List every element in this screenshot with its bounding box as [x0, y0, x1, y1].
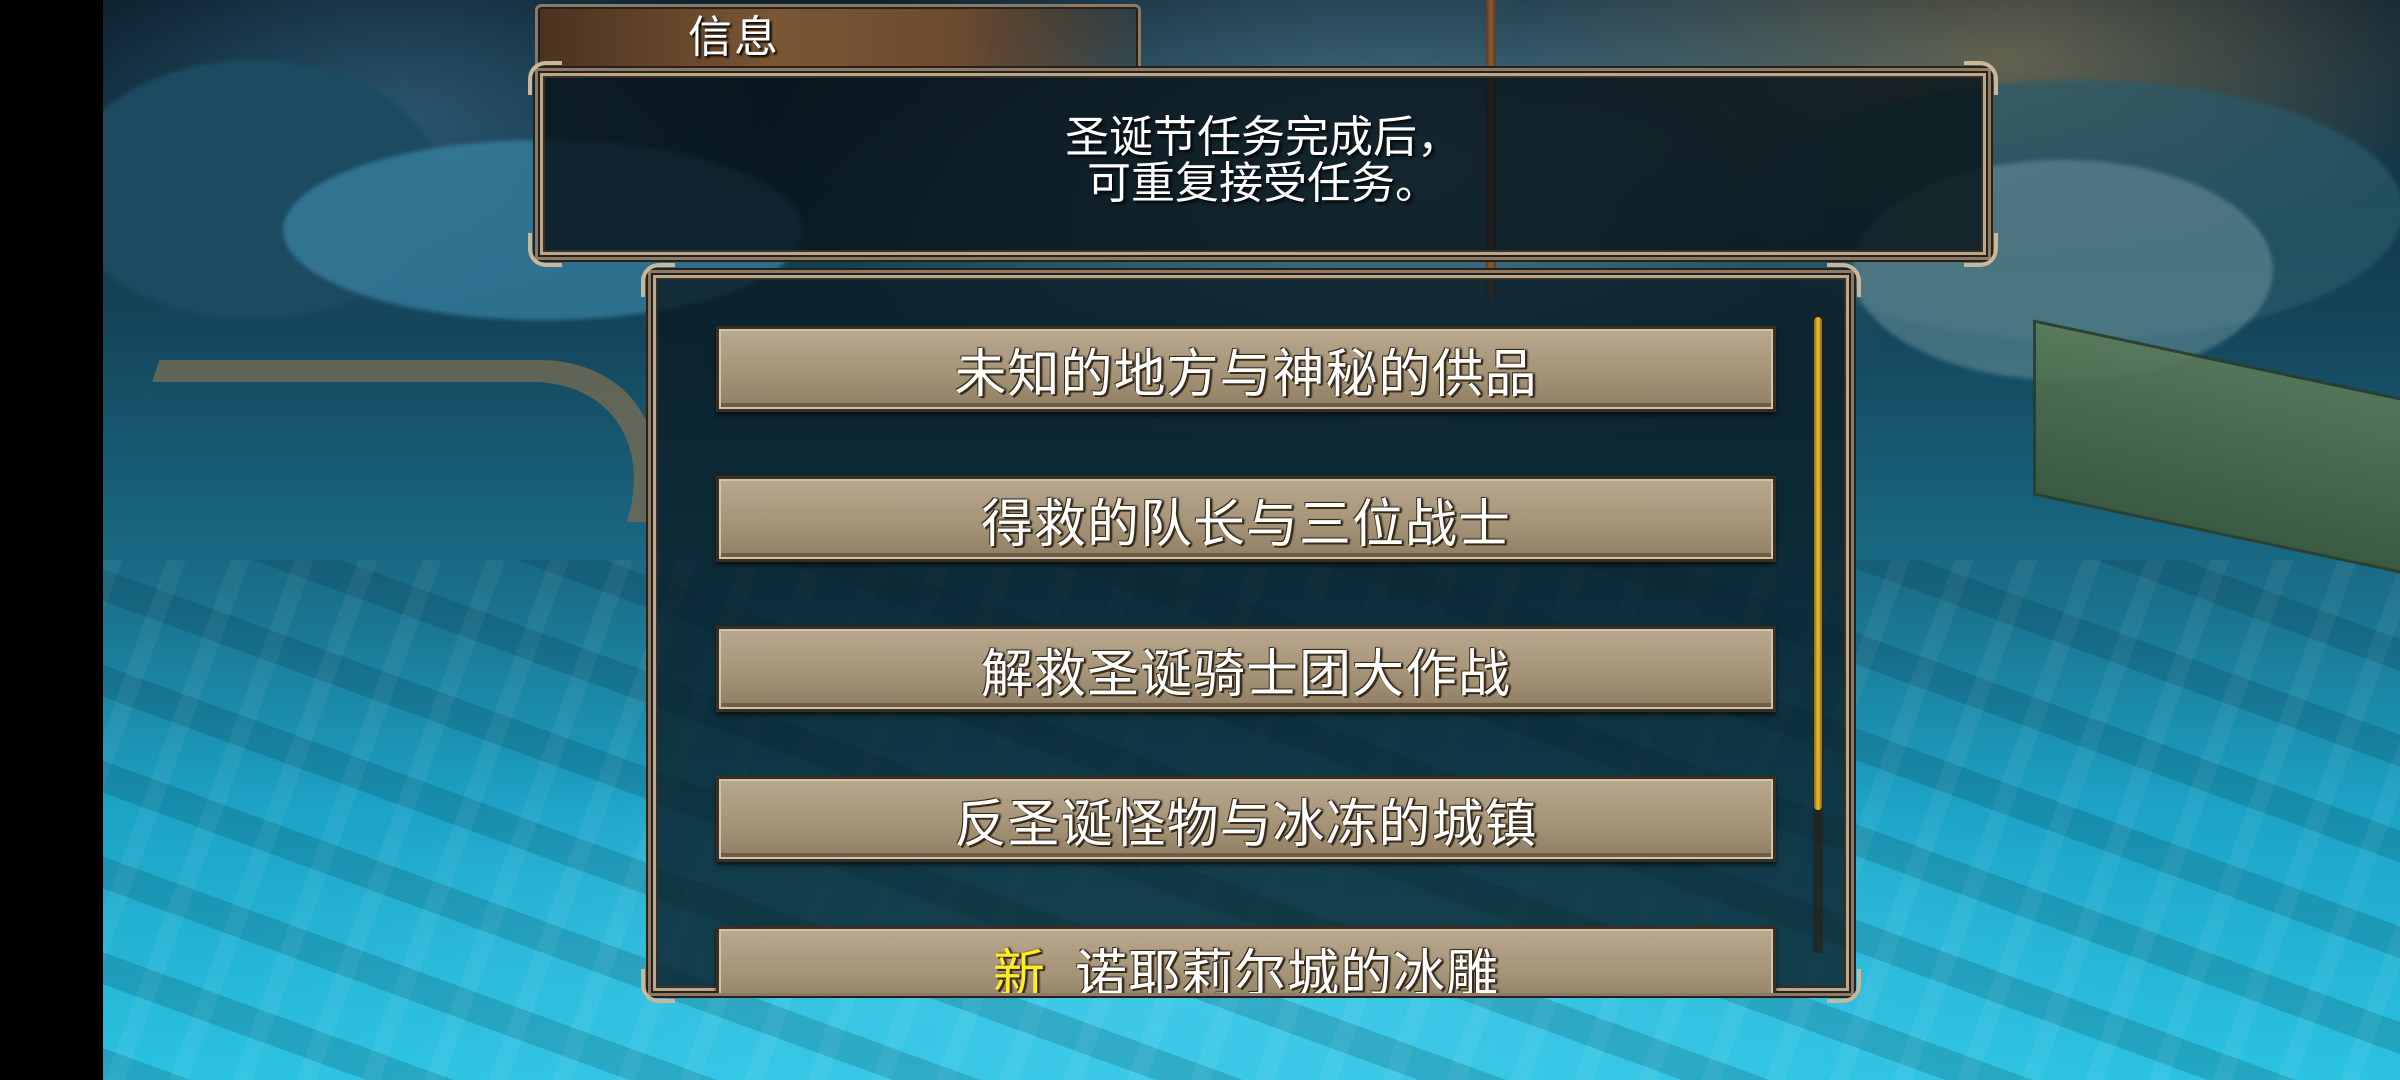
quest-label: 未知的地方与神秘的供品: [954, 344, 1538, 405]
scroll-thumb[interactable]: [1814, 317, 1822, 810]
game-screen: 信息 圣诞节任务完成后， 可重复接受任务。 未知的地方与神秘的供品 得救的队长与…: [0, 0, 2400, 1080]
quest-button[interactable]: 新 诺耶莉尔城的冰雕: [716, 926, 1776, 993]
quest-button[interactable]: 反圣诞怪物与冰冻的城镇: [716, 776, 1776, 862]
info-panel: 圣诞节任务完成后， 可重复接受任务。: [528, 61, 1998, 267]
wooden-dock: [106, 360, 702, 522]
quest-list-panel: 未知的地方与神秘的供品 得救的队长与三位战士 解救圣诞骑士团大作战 反圣诞怪物与…: [641, 263, 1861, 1003]
scrollbar[interactable]: [1813, 313, 1823, 953]
frame-corner-ornament: [528, 233, 562, 267]
info-tab: 信息: [535, 4, 1141, 72]
frame-corner-ornament: [528, 61, 562, 95]
quest-label: 解救圣诞骑士团大作战: [980, 644, 1511, 705]
info-message: 圣诞节任务完成后， 可重复接受任务。: [1065, 112, 1461, 209]
quest-label: 得救的队长与三位战士: [980, 494, 1511, 555]
quest-list[interactable]: 未知的地方与神秘的供品 得救的队长与三位战士 解救圣诞骑士团大作战 反圣诞怪物与…: [651, 273, 1851, 993]
quest-label: 诺耶莉尔城的冰雕: [1075, 944, 1500, 994]
quest-button[interactable]: 未知的地方与神秘的供品: [716, 326, 1776, 412]
new-badge: 新: [992, 944, 1045, 994]
quest-button[interactable]: 得救的队长与三位战士: [716, 476, 1776, 562]
frame-corner-ornament: [1964, 61, 1998, 95]
wooden-crates: [2033, 319, 2400, 597]
quest-label: 反圣诞怪物与冰冻的城镇: [954, 794, 1538, 855]
screen-letterbox: [0, 0, 103, 1080]
info-title: 信息: [688, 12, 780, 63]
quest-button[interactable]: 解救圣诞骑士团大作战: [716, 626, 1776, 712]
